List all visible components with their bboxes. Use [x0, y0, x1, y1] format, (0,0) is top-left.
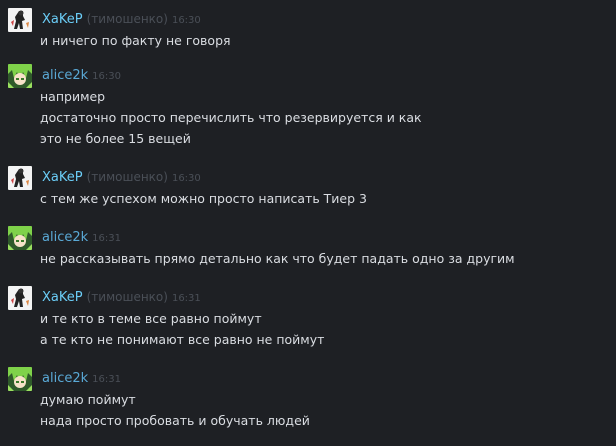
message-header: alice2k 16:31	[42, 369, 121, 388]
message-line: и ничего по факту не говоря	[40, 33, 231, 48]
message-header: XaKeP (тимошенко) 16:31	[42, 288, 201, 307]
xaker-avatar[interactable]	[8, 8, 32, 32]
message-line: а те кто не понимают все равно не поймут	[40, 332, 325, 347]
sender-nickname: (тимошенко)	[86, 170, 168, 184]
timestamp: 16:30	[92, 71, 121, 82]
message-line: достаточно просто перечислить что резерв…	[40, 110, 422, 125]
sender-name[interactable]: XaKeP	[42, 290, 83, 305]
timestamp: 16:31	[92, 233, 121, 244]
sender-name[interactable]: XaKeP	[42, 12, 83, 27]
message-line: например	[40, 89, 106, 104]
message-body: и ничего по факту не говоря	[40, 30, 231, 51]
timestamp: 16:31	[171, 293, 201, 304]
message-line: думаю поймут	[40, 392, 136, 407]
chat-log: XaKeP (тимошенко) 16:30 и ничего по факту …	[0, 0, 616, 446]
sender-name[interactable]: alice2k	[42, 371, 88, 386]
timestamp: 16:31	[92, 374, 121, 385]
message-header: XaKeP (тимошенко) 16:30	[42, 168, 201, 187]
message-body: с тем же успехом можно просто написать Т…	[40, 188, 367, 209]
message-header: alice2k 16:30	[42, 66, 121, 85]
alice-avatar[interactable]	[8, 226, 32, 250]
alice-avatar[interactable]	[8, 367, 32, 391]
xaker-avatar[interactable]	[8, 166, 32, 190]
message-body: и те кто в теме все равно поймут а те кт…	[40, 308, 324, 350]
sender-nickname: (тимошенко)	[86, 290, 168, 304]
message-body: не рассказывать прямо детально как что б…	[40, 248, 515, 269]
message-line: не рассказывать прямо детально как что б…	[40, 251, 515, 266]
xaker-avatar[interactable]	[8, 286, 32, 310]
message-line: с тем же успехом можно просто написать Т…	[40, 191, 367, 206]
message-body: например достаточно просто перечислить ч…	[40, 86, 422, 149]
alice-avatar[interactable]	[8, 64, 32, 88]
message-header: alice2k 16:31	[42, 228, 121, 247]
message-header: XaKeP (тимошенко) 16:30	[42, 10, 201, 29]
timestamp: 16:30	[171, 173, 201, 184]
message-line: это не более 15 вещей	[40, 131, 191, 146]
message-line: и те кто в теме все равно поймут	[40, 311, 262, 326]
timestamp: 16:30	[171, 15, 201, 26]
message-body: думаю поймут нада просто пробовать и обу…	[40, 389, 310, 431]
message-line: нада просто пробовать и обучать людей	[40, 413, 310, 428]
sender-name[interactable]: XaKeP	[42, 170, 83, 185]
sender-name[interactable]: alice2k	[42, 68, 88, 83]
sender-nickname: (тимошенко)	[86, 12, 168, 26]
sender-name[interactable]: alice2k	[42, 230, 88, 245]
